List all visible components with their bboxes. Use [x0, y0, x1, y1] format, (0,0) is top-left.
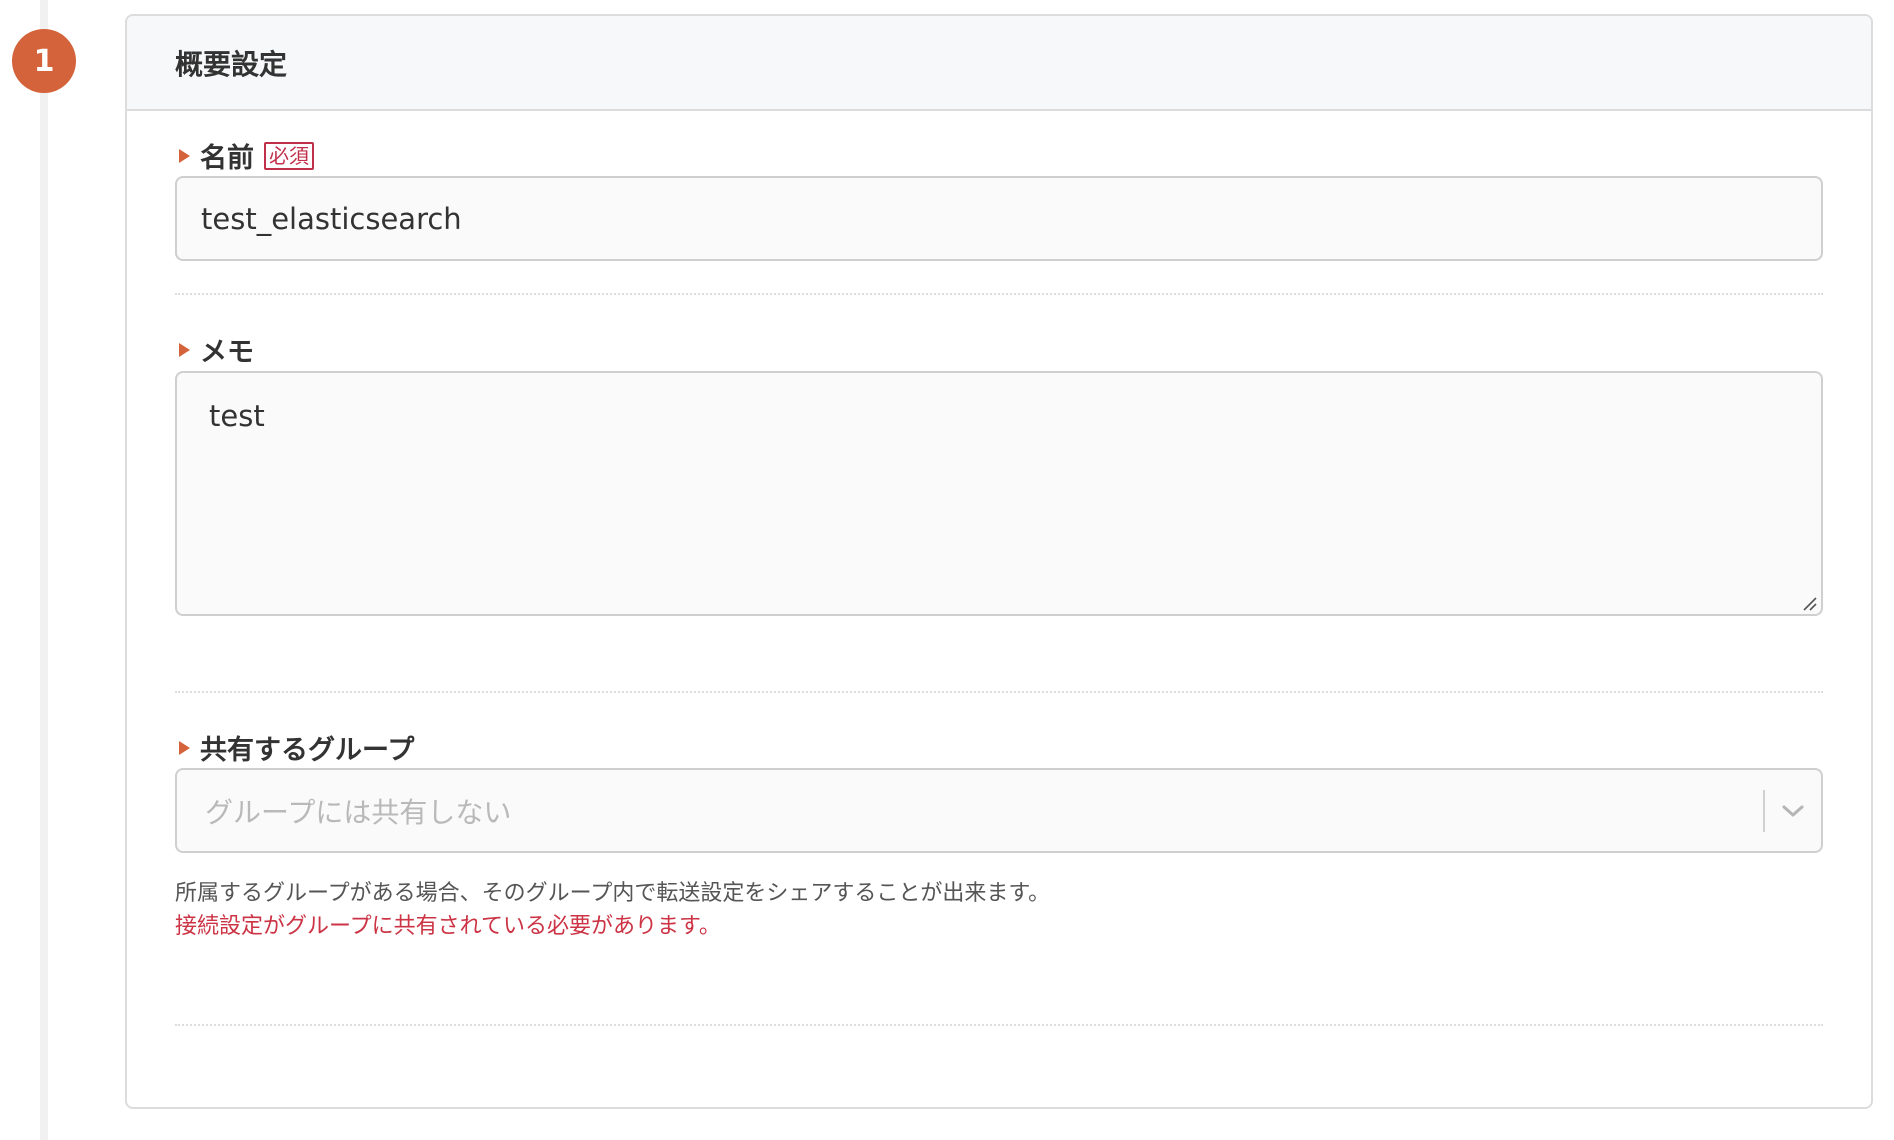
panel-title: 概要設定 — [175, 47, 288, 81]
share-group-select[interactable]: グループには共有しない — [175, 768, 1823, 853]
share-group-field-label: 共有するグループ — [175, 728, 414, 767]
name-input[interactable] — [175, 176, 1823, 261]
required-badge: 必須 — [264, 141, 314, 170]
resize-grip-icon[interactable] — [1802, 596, 1818, 612]
share-group-help-text: 所属するグループがある場合、そのグループ内で転送設定をシェアすることが出来ます。 — [175, 881, 1051, 906]
share-group-warning-text: 接続設定がグループに共有されている必要があります。 — [175, 914, 721, 939]
panel-header: 概要設定 — [127, 16, 1871, 111]
step-timeline-line — [40, 0, 48, 1140]
share-group-select-placeholder: グループには共有しない — [205, 795, 512, 829]
divider — [175, 691, 1823, 693]
share-group-label-text: 共有するグループ — [200, 735, 415, 766]
triangle-right-icon — [179, 740, 190, 755]
memo-field-label: メモ — [175, 330, 254, 369]
page: 1 概要設定 名前 必須 メモ test — [0, 0, 1894, 1140]
divider — [175, 293, 1823, 295]
memo-label-text: メモ — [200, 337, 254, 368]
triangle-right-icon — [179, 342, 190, 357]
name-label-text: 名前 — [200, 143, 254, 174]
overview-settings-panel: 概要設定 名前 必須 メモ test — [125, 14, 1873, 1109]
memo-textarea[interactable]: test — [175, 371, 1823, 616]
divider — [175, 1024, 1823, 1026]
step-number-badge: 1 — [12, 29, 76, 93]
triangle-right-icon — [179, 148, 190, 163]
name-field-label: 名前 必須 — [175, 136, 314, 175]
chevron-down-icon[interactable] — [1765, 770, 1821, 851]
